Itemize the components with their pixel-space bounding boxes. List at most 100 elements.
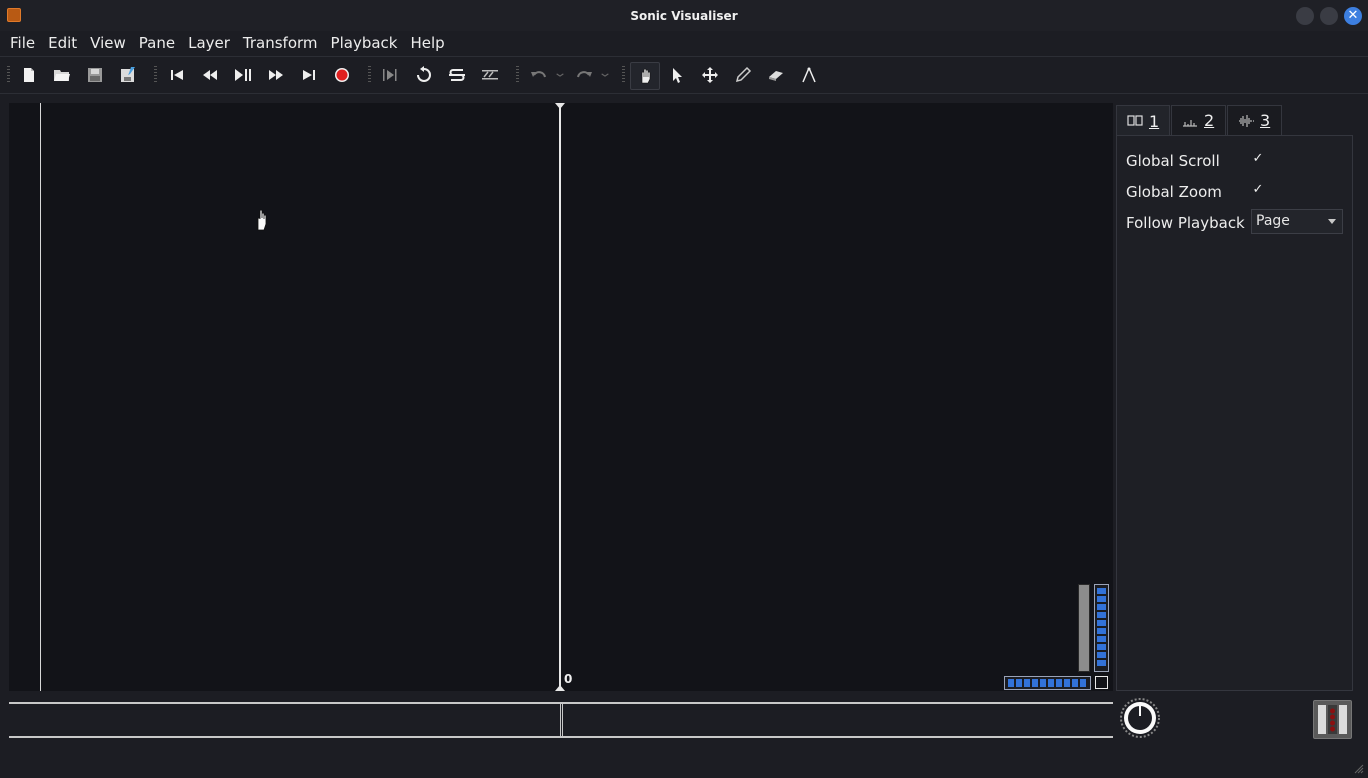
save-as-button[interactable] xyxy=(114,62,142,88)
menu-bar: File Edit View Pane Layer Transform Play… xyxy=(0,31,1368,55)
erase-icon xyxy=(769,71,783,81)
fast-forward-icon xyxy=(269,70,283,80)
navigate-icon xyxy=(641,68,651,84)
menu-view[interactable]: View xyxy=(90,34,126,52)
global-scroll-checkbox[interactable]: ✓ xyxy=(1251,152,1265,166)
selection-line xyxy=(40,103,41,691)
fast-forward-button[interactable] xyxy=(262,62,290,88)
redo-icon xyxy=(577,71,592,78)
redo-button[interactable] xyxy=(570,62,598,88)
vertical-zoom-slider[interactable] xyxy=(1078,584,1090,672)
rewind-button[interactable] xyxy=(196,62,224,88)
close-button[interactable]: ✕ xyxy=(1344,7,1362,25)
tab-3-label: 3 xyxy=(1260,111,1271,130)
window-title: Sonic Visualiser xyxy=(630,8,738,23)
menu-playback[interactable]: Playback xyxy=(331,34,398,52)
fast-forward-end-icon xyxy=(303,70,315,80)
new-file-icon xyxy=(24,68,34,82)
move-tool-button[interactable] xyxy=(696,62,724,88)
erase-tool-button[interactable] xyxy=(762,62,790,88)
play-pause-button[interactable] xyxy=(229,62,257,88)
open-file-button[interactable] xyxy=(48,62,76,88)
menu-pane[interactable]: Pane xyxy=(139,34,175,52)
rewind-start-button[interactable] xyxy=(163,62,191,88)
tab-1-label: 1 xyxy=(1149,111,1160,131)
save-icon xyxy=(88,68,102,82)
undo-button[interactable] xyxy=(525,62,553,88)
menu-help[interactable]: Help xyxy=(410,34,444,52)
chevron-down-icon xyxy=(601,73,609,77)
resize-grip-icon[interactable] xyxy=(1354,764,1364,774)
fast-forward-end-button[interactable] xyxy=(295,62,323,88)
menu-transform[interactable]: Transform xyxy=(243,34,318,52)
follow-playback-select[interactable]: Page xyxy=(1251,209,1343,234)
level-meter-icon xyxy=(1318,705,1347,734)
toolbar xyxy=(0,58,1368,92)
menu-file[interactable]: File xyxy=(10,34,35,52)
menu-layer[interactable]: Layer xyxy=(188,34,230,52)
title-bar: Sonic Visualiser ✕ xyxy=(0,0,1368,31)
overview-pane[interactable] xyxy=(9,702,1113,738)
toolbar-grip[interactable] xyxy=(154,66,157,84)
save-button[interactable] xyxy=(81,62,109,88)
playhead-line xyxy=(559,103,561,691)
maximize-button[interactable] xyxy=(1320,7,1338,25)
tab-2-label: 2 xyxy=(1204,111,1215,130)
record-icon xyxy=(335,68,349,82)
redo-history-dropdown[interactable] xyxy=(598,62,612,88)
tab-2[interactable]: 2 xyxy=(1171,105,1226,135)
overview-viewport[interactable] xyxy=(560,702,563,738)
toolbar-grip[interactable] xyxy=(622,66,625,84)
pane-icon xyxy=(1127,115,1143,126)
record-button[interactable] xyxy=(328,62,356,88)
normalize-button[interactable] xyxy=(476,62,504,88)
tab-3[interactable]: 3 xyxy=(1227,105,1282,135)
waveform-icon xyxy=(1239,114,1254,127)
tab-1[interactable]: 1 xyxy=(1116,105,1170,136)
solo-button[interactable] xyxy=(443,62,471,88)
main-pane[interactable]: 0 xyxy=(9,103,1113,691)
rewind-start-icon xyxy=(171,70,183,80)
draw-tool-button[interactable] xyxy=(729,62,757,88)
property-panel: Global Scroll ✓ Global Zoom ✓ Follow Pla… xyxy=(1116,135,1353,691)
time-ruler-icon xyxy=(1183,119,1197,127)
level-meter-button[interactable] xyxy=(1313,700,1352,739)
play-pause-icon xyxy=(235,69,251,81)
menu-edit[interactable]: Edit xyxy=(48,34,77,52)
play-selection-icon xyxy=(383,69,397,81)
hand-cursor-icon xyxy=(257,209,267,231)
global-zoom-label: Global Zoom xyxy=(1126,183,1222,201)
menu-divider xyxy=(0,56,1368,57)
chevron-down-icon xyxy=(556,73,564,77)
loop-icon xyxy=(417,66,431,82)
global-zoom-checkbox[interactable]: ✓ xyxy=(1251,183,1265,197)
app-icon xyxy=(7,8,21,22)
play-selection-button[interactable] xyxy=(377,62,405,88)
vertical-zoom-wheel[interactable] xyxy=(1094,584,1109,672)
solo-icon xyxy=(449,69,465,81)
draw-icon xyxy=(735,66,752,83)
open-file-icon xyxy=(54,70,70,81)
toolbar-grip[interactable] xyxy=(7,66,10,84)
follow-playback-label: Follow Playback xyxy=(1126,214,1245,232)
toolbar-grip[interactable] xyxy=(368,66,371,84)
normalize-icon xyxy=(482,70,498,80)
measure-tool-button[interactable] xyxy=(795,62,823,88)
playhead-frame-label: 0 xyxy=(564,672,573,686)
playback-speed-dial[interactable] xyxy=(1118,697,1162,739)
toolbar-grip[interactable] xyxy=(516,66,519,84)
minimize-button[interactable] xyxy=(1296,7,1314,25)
horizontal-zoom-wheel[interactable] xyxy=(1004,676,1091,690)
move-icon xyxy=(702,67,718,83)
save-as-icon xyxy=(121,67,135,82)
follow-playback-value: Page xyxy=(1256,213,1290,229)
new-file-button[interactable] xyxy=(15,62,43,88)
zoom-reset-button[interactable] xyxy=(1095,676,1108,689)
select-icon xyxy=(673,68,682,83)
loop-button[interactable] xyxy=(410,62,438,88)
navigate-tool-button[interactable] xyxy=(630,62,660,90)
select-tool-button[interactable] xyxy=(663,62,691,88)
chevron-down-icon xyxy=(1328,219,1336,224)
undo-history-dropdown[interactable] xyxy=(553,62,567,88)
playhead-marker-top xyxy=(555,103,565,109)
